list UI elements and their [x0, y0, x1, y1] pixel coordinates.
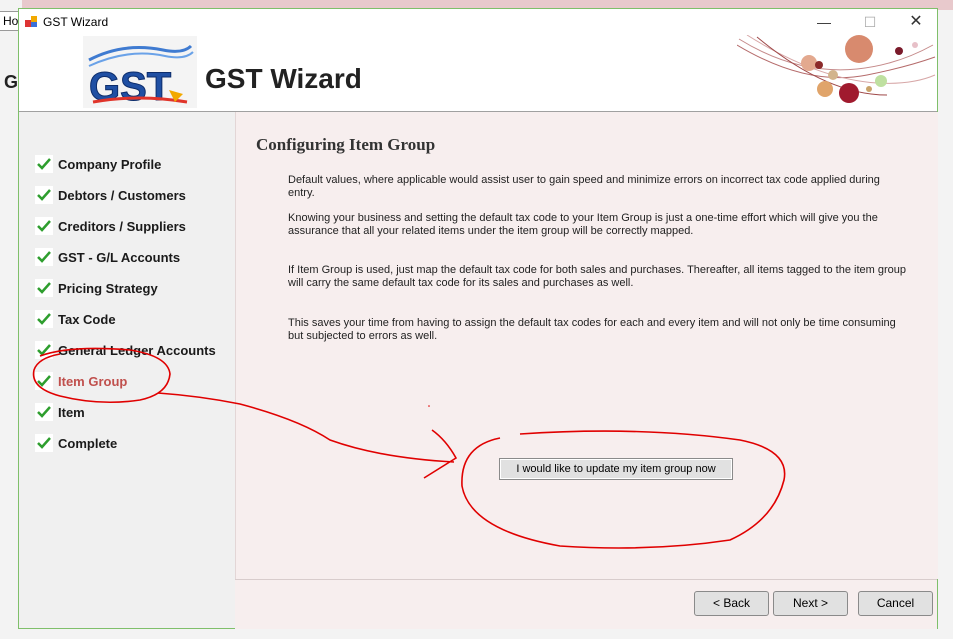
header-title: GST Wizard: [205, 63, 362, 94]
step-item[interactable]: Company Profile: [35, 153, 161, 175]
step-label: Pricing Strategy: [58, 280, 158, 296]
step-item[interactable]: General Ledger Accounts: [35, 339, 216, 361]
step-label: Debtors / Customers: [58, 187, 186, 203]
back-button[interactable]: < Back: [694, 591, 769, 616]
step-content: Configuring Item Group Default values, w…: [235, 112, 938, 579]
step-label: GST - G/L Accounts: [58, 249, 181, 265]
header-decoration: [737, 35, 936, 103]
close-button[interactable]: ✕: [893, 9, 939, 35]
step-item[interactable]: Tax Code: [35, 308, 116, 330]
step-item[interactable]: Item: [35, 401, 85, 423]
paragraph-one-time-effort: Knowing your business and setting the de…: [288, 212, 878, 237]
next-button[interactable]: Next >: [773, 591, 848, 616]
checkmark-icon: [35, 248, 53, 266]
background-letter: G: [4, 72, 19, 92]
wizard-footer: < Back Next > Cancel: [235, 579, 937, 629]
step-item[interactable]: Creditors / Suppliers: [35, 215, 186, 237]
wizard-steps-sidebar: Company Profile Debtors / Customers Credit…: [19, 112, 235, 628]
maximize-button[interactable]: ☐: [847, 9, 893, 35]
app-icon: [25, 16, 37, 27]
step-label: Company Profile: [58, 156, 162, 172]
window-title: GST Wizard: [43, 15, 109, 29]
checkmark-icon: [35, 372, 53, 390]
checkmark-icon: [35, 434, 53, 452]
checkmark-icon: [35, 403, 53, 421]
step-item[interactable]: Complete: [35, 432, 117, 454]
title-bar: GST Wizard — ☐ ✕: [19, 9, 937, 35]
paragraph-default-values: Default values, where applicable would a…: [288, 174, 880, 199]
wizard-header: GST GST Wizard: [19, 35, 937, 112]
step-label: Complete: [58, 435, 118, 451]
minimize-button[interactable]: —: [801, 9, 847, 35]
step-item[interactable]: GST - G/L Accounts: [35, 246, 180, 268]
step-label: General Ledger Accounts: [58, 342, 216, 358]
step-label: Creditors / Suppliers: [58, 218, 186, 234]
update-item-group-button[interactable]: I would like to update my item group now: [499, 458, 733, 480]
checkmark-icon: [35, 341, 53, 359]
paragraph-saves-time: This saves your time from having to assi…: [288, 317, 896, 342]
step-item[interactable]: Pricing Strategy: [35, 277, 158, 299]
checkmark-icon: [35, 155, 53, 173]
checkmark-icon: [35, 186, 53, 204]
step-label: Item: [58, 404, 85, 420]
step-item[interactable]: Item Group: [35, 370, 127, 392]
cancel-button[interactable]: Cancel: [858, 591, 933, 616]
checkmark-icon: [35, 217, 53, 235]
step-label: Tax Code: [58, 311, 116, 327]
content-title: Configuring Item Group: [256, 135, 436, 154]
step-label: Item Group: [58, 373, 128, 389]
gst-wizard-window: GST Wizard — ☐ ✕ GST GST Wizard Company …: [18, 8, 938, 629]
paragraph-item-group-usage: If Item Group is used, just map the defa…: [288, 264, 906, 289]
checkmark-icon: [35, 279, 53, 297]
gst-logo: GST: [83, 36, 197, 108]
step-item[interactable]: Debtors / Customers: [35, 184, 186, 206]
checkmark-icon: [35, 310, 53, 328]
